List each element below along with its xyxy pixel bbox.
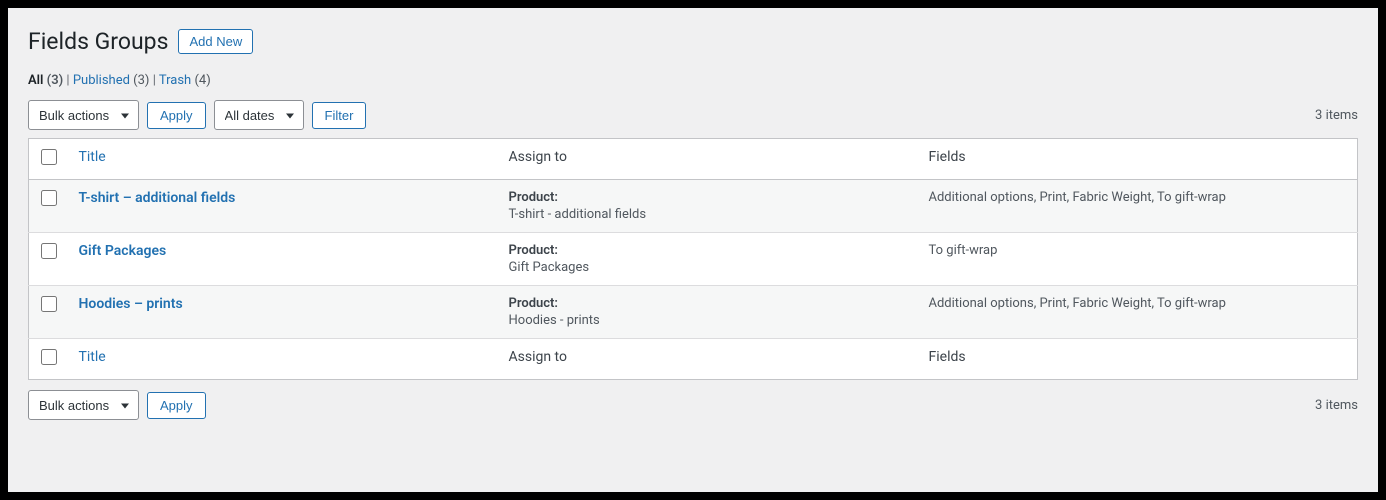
column-header-title[interactable]: Title bbox=[69, 139, 499, 180]
assign-key: Product: bbox=[509, 190, 909, 205]
assign-value: T-shirt - additional fields bbox=[509, 207, 909, 222]
assign-key: Product: bbox=[509, 243, 909, 258]
page-title: Fields Groups bbox=[28, 28, 168, 55]
apply-bulk-button[interactable]: Apply bbox=[147, 102, 206, 129]
tablenav-bottom: Bulk actions Apply 3 items bbox=[28, 390, 1358, 420]
items-count-top: 3 items bbox=[1315, 108, 1358, 123]
select-all-checkbox-bottom[interactable] bbox=[41, 349, 57, 365]
row-checkbox[interactable] bbox=[41, 190, 57, 206]
select-all-footer bbox=[29, 339, 69, 380]
table-row: T-shirt – additional fields Product: T-s… bbox=[29, 180, 1358, 233]
row-title-link[interactable]: Gift Packages bbox=[79, 243, 167, 259]
tablenav-actions-bottom: Bulk actions Apply bbox=[28, 390, 206, 420]
row-title-link[interactable]: T-shirt – additional fields bbox=[79, 190, 236, 206]
apply-bulk-button-bottom[interactable]: Apply bbox=[147, 392, 206, 419]
add-new-button[interactable]: Add New bbox=[178, 29, 253, 54]
column-header-fields: Fields bbox=[919, 139, 1358, 180]
row-fields: Additional options, Print, Fabric Weight… bbox=[929, 296, 1348, 311]
tablenav-actions: Bulk actions Apply All dates Filter bbox=[28, 100, 366, 130]
row-title-link[interactable]: Hoodies – prints bbox=[79, 296, 183, 312]
items-count-bottom: 3 items bbox=[1315, 398, 1358, 413]
bulk-actions-select[interactable]: Bulk actions bbox=[28, 100, 139, 130]
filter-all-link[interactable]: All (3) bbox=[28, 73, 63, 88]
filter-button[interactable]: Filter bbox=[312, 102, 367, 129]
row-checkbox[interactable] bbox=[41, 296, 57, 312]
row-fields: Additional options, Print, Fabric Weight… bbox=[929, 190, 1348, 205]
filter-published-link[interactable]: Published (3) bbox=[73, 73, 150, 88]
admin-wrap: Fields Groups Add New All (3) | Publishe… bbox=[8, 8, 1378, 492]
select-all-header bbox=[29, 139, 69, 180]
status-filter-links: All (3) | Published (3) | Trash (4) bbox=[28, 73, 1358, 88]
column-footer-assign-to: Assign to bbox=[499, 339, 919, 380]
row-fields: To gift-wrap bbox=[929, 243, 1348, 258]
date-filter-select-wrap: All dates bbox=[214, 100, 304, 130]
date-filter-select[interactable]: All dates bbox=[214, 100, 304, 130]
column-footer-title[interactable]: Title bbox=[69, 339, 499, 380]
tablenav-top: Bulk actions Apply All dates Filter 3 it… bbox=[28, 100, 1358, 130]
column-header-assign-to: Assign to bbox=[499, 139, 919, 180]
header-row: Fields Groups Add New bbox=[28, 28, 1358, 55]
bulk-actions-select-wrap: Bulk actions bbox=[28, 100, 139, 130]
select-all-checkbox-top[interactable] bbox=[41, 149, 57, 165]
filter-trash-link[interactable]: Trash (4) bbox=[159, 73, 211, 88]
table-row: Gift Packages Product: Gift Packages To … bbox=[29, 233, 1358, 286]
fields-groups-table: Title Assign to Fields T-shirt – additio… bbox=[28, 138, 1358, 380]
bulk-actions-select-wrap-bottom: Bulk actions bbox=[28, 390, 139, 420]
row-checkbox[interactable] bbox=[41, 243, 57, 259]
assign-value: Hoodies - prints bbox=[509, 313, 909, 328]
assign-value: Gift Packages bbox=[509, 260, 909, 275]
column-footer-fields: Fields bbox=[919, 339, 1358, 380]
assign-key: Product: bbox=[509, 296, 909, 311]
table-row: Hoodies – prints Product: Hoodies - prin… bbox=[29, 286, 1358, 339]
bulk-actions-select-bottom[interactable]: Bulk actions bbox=[28, 390, 139, 420]
